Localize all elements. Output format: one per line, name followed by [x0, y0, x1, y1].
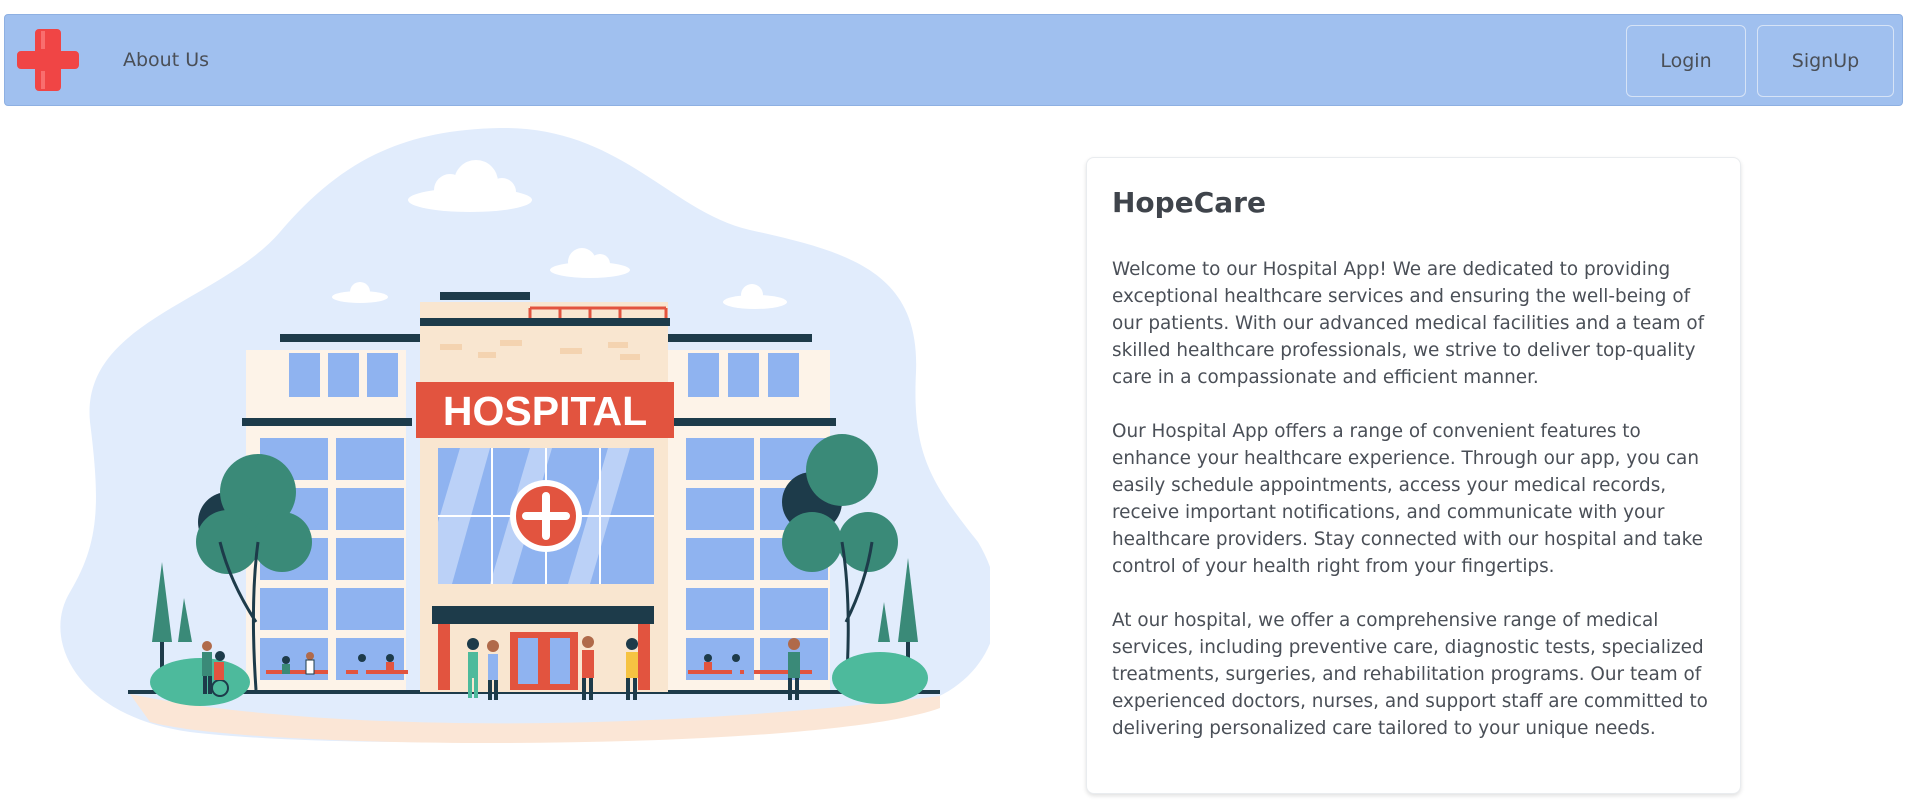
hospital-illustration: HOSPITAL: [60, 122, 998, 762]
card-paragraph: At our hospital, we offer a comprehensiv…: [1112, 609, 1708, 739]
about-us-link[interactable]: About Us: [123, 49, 209, 71]
card-paragraph: Welcome to our Hospital App! We are dedi…: [1112, 258, 1705, 388]
red-cross-logo-icon[interactable]: [15, 27, 81, 93]
login-button[interactable]: Login: [1626, 25, 1746, 97]
card-paragraph: Our Hospital App offers a range of conve…: [1112, 420, 1703, 577]
navbar: About Us Login SignUp: [4, 14, 1903, 106]
hospital-sign-text: HOSPITAL: [443, 388, 647, 434]
card-title: HopeCare: [1112, 186, 1266, 219]
about-card: HopeCare Welcome to our Hospital App! We…: [1086, 157, 1741, 794]
signup-button[interactable]: SignUp: [1757, 25, 1894, 97]
